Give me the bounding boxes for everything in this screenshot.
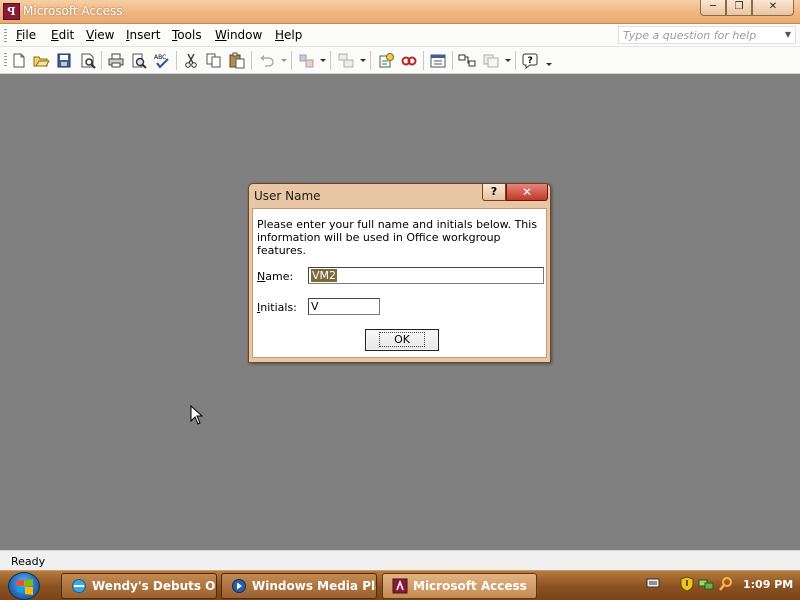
toolbar-separator: [330, 51, 331, 70]
ok-button[interactable]: OK: [365, 329, 439, 351]
spelling-icon[interactable]: ABC: [153, 52, 171, 69]
toolbar-separator: [251, 51, 252, 70]
database-toolbar: ABC ?: [0, 47, 800, 74]
ask-question-placeholder: Type a question for help: [623, 29, 757, 42]
toolbar-separator: [370, 51, 371, 70]
menu-view[interactable]: View: [86, 28, 114, 42]
initials-label: Initials:: [257, 301, 297, 314]
menu-tools[interactable]: Tools: [172, 28, 202, 42]
svg-text:ABC: ABC: [154, 54, 166, 61]
name-label: Name:: [257, 270, 294, 283]
dialog-body: Please enter your full name and initials…: [252, 208, 547, 358]
status-bar: Ready: [0, 550, 800, 570]
windows-logo-icon: [17, 579, 33, 595]
status-text: Ready: [11, 555, 46, 568]
new-object-dropdown-arrow[interactable]: [505, 59, 511, 62]
close-window-button[interactable]: ✕: [752, 0, 794, 16]
undo-dropdown-arrow[interactable]: [281, 59, 287, 62]
office-links-icon[interactable]: [298, 52, 316, 69]
print-icon[interactable]: [107, 52, 125, 69]
toolbar-separator: [423, 51, 424, 70]
window-controls: ─ ❐ ✕: [700, 0, 794, 16]
menubar-grip[interactable]: [4, 29, 7, 43]
ask-question-box[interactable]: Type a question for help ▼: [618, 26, 796, 44]
save-icon[interactable]: [55, 52, 73, 69]
toolbar-separator: [291, 51, 292, 70]
toolbar-separator: [101, 51, 102, 70]
toolbar-separator: [515, 51, 516, 70]
dialog-message: Please enter your full name and initials…: [257, 218, 538, 257]
new-icon[interactable]: [10, 52, 28, 69]
security-shield-icon[interactable]: [680, 576, 694, 595]
new-object-icon[interactable]: [482, 52, 500, 69]
minimize-button[interactable]: ─: [700, 0, 726, 16]
paste-icon[interactable]: [228, 52, 246, 69]
toolbar-options-arrow[interactable]: [546, 63, 552, 66]
menu-insert[interactable]: Insert: [126, 28, 160, 42]
initials-field[interactable]: V: [308, 298, 380, 315]
code-icon[interactable]: [377, 52, 395, 69]
copy-icon[interactable]: [205, 52, 223, 69]
menu-file[interactable]: File: [16, 28, 36, 42]
name-field[interactable]: VM2: [308, 267, 544, 284]
window-title: Microsoft Access: [23, 4, 123, 18]
name-field-value: VM2: [311, 269, 338, 282]
analyze-dropdown-arrow[interactable]: [360, 59, 366, 62]
search-tray-icon[interactable]: [718, 576, 734, 595]
menu-edit[interactable]: Edit: [51, 28, 74, 42]
network-icon[interactable]: [698, 576, 714, 595]
start-button[interactable]: [8, 572, 40, 600]
taskbar-item-windows-media-player[interactable]: Windows Media Pla...: [221, 573, 377, 599]
undo-icon[interactable]: [258, 52, 276, 69]
print-preview-icon[interactable]: [130, 52, 148, 69]
help-icon[interactable]: ?: [522, 52, 540, 69]
keyboard-tray-icon[interactable]: [646, 576, 660, 593]
taskbar-item-microsoft-access[interactable]: Microsoft Access: [382, 573, 537, 599]
office-links-dropdown-arrow[interactable]: [320, 59, 326, 62]
initials-field-value: V: [311, 300, 319, 313]
menu-help[interactable]: Help: [275, 28, 302, 42]
dialog-title: User Name: [254, 189, 321, 203]
access-key-icon: [392, 578, 408, 594]
dialog-close-button[interactable]: ✕: [506, 184, 548, 201]
internet-explorer-icon: [72, 579, 86, 593]
open-icon[interactable]: [32, 52, 50, 69]
script-editor-icon[interactable]: [400, 52, 418, 69]
properties-icon[interactable]: [429, 52, 447, 69]
taskbar: Wendy's Debuts Or... Windows Media Pla..…: [0, 570, 800, 600]
mouse-pointer-icon: [190, 404, 204, 428]
taskbar-item-wendys-debuts[interactable]: Wendy's Debuts Or...: [61, 573, 217, 599]
toolbar-separator: [176, 51, 177, 70]
access-key-icon[interactable]: ꟼ: [3, 3, 20, 20]
relationships-icon[interactable]: [458, 52, 476, 69]
svg-text:?: ?: [528, 56, 533, 66]
user-name-dialog: User Name ? ✕ Please enter your full nam…: [248, 183, 551, 363]
restore-button[interactable]: ❐: [726, 0, 752, 16]
file-search-icon[interactable]: [79, 52, 97, 69]
toolbar-separator: [452, 51, 453, 70]
menu-window[interactable]: Window: [215, 28, 262, 42]
chevron-down-icon[interactable]: ▼: [785, 30, 791, 39]
media-player-icon: [232, 579, 246, 593]
toolbar-grip[interactable]: [4, 53, 7, 68]
analyze-icon[interactable]: [337, 52, 355, 69]
system-clock[interactable]: 1:09 PM: [743, 578, 793, 591]
cut-icon[interactable]: [182, 52, 200, 69]
window-title-bar[interactable]: ꟼ Microsoft Access ─ ❐ ✕: [0, 0, 800, 24]
dialog-help-button[interactable]: ?: [482, 184, 506, 201]
